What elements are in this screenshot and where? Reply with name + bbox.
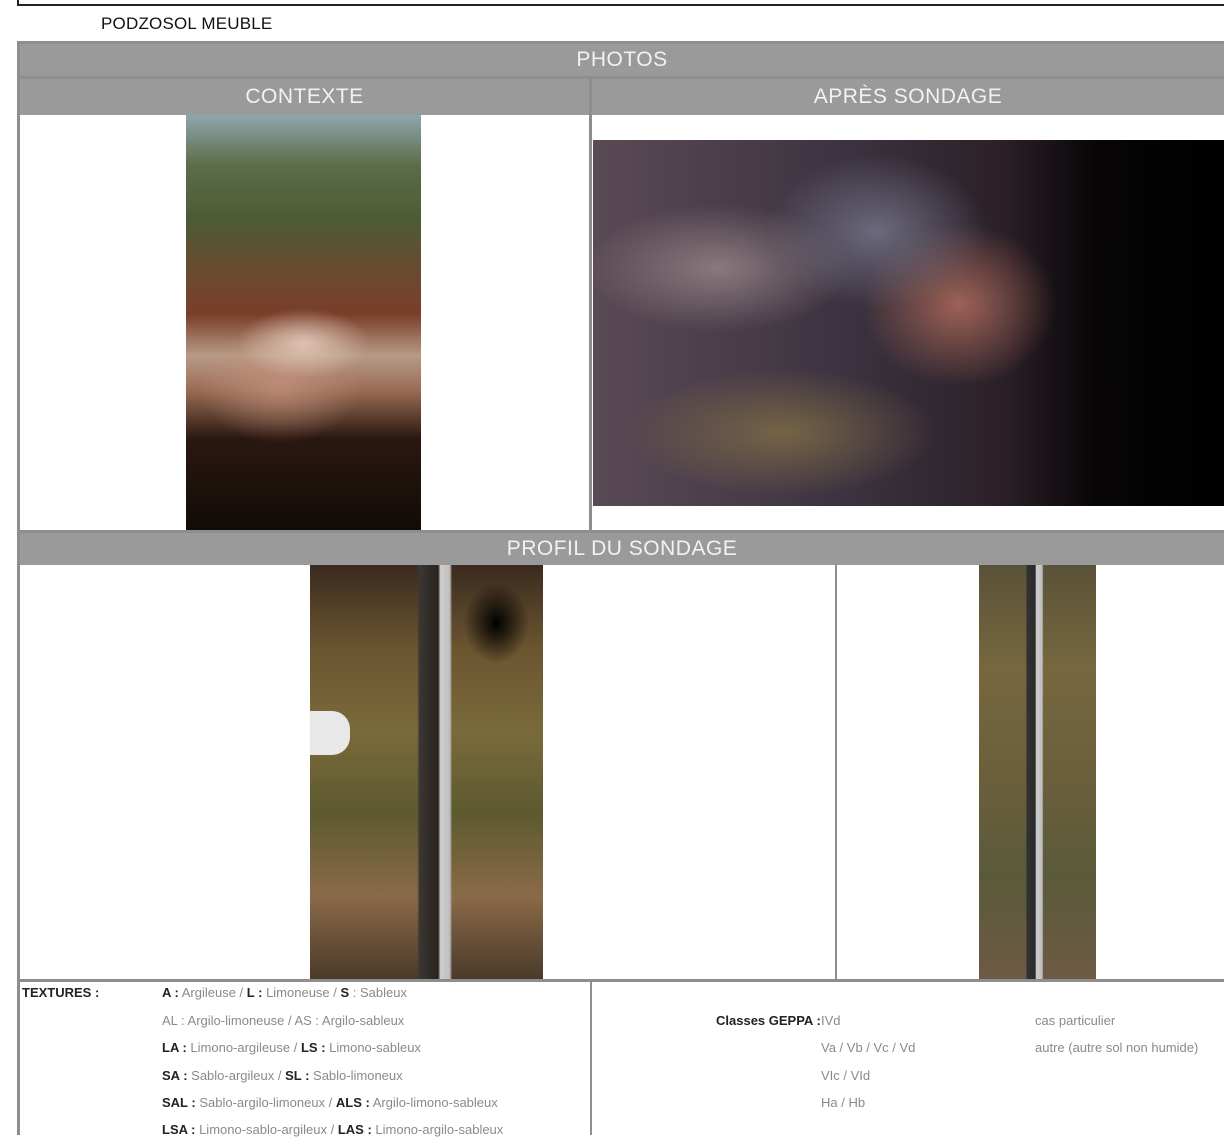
context-photo (186, 115, 421, 530)
texture-code: L : (246, 985, 263, 1000)
texture-text: Argilo-limono-sableux (369, 1095, 498, 1110)
divider (589, 79, 592, 530)
texture-code: A : (162, 985, 179, 1000)
texture-text: Limono-argileuse / (186, 1040, 301, 1055)
page-title: PODZOSOL MEUBLE (101, 14, 273, 33)
geppa-note: autre (autre sol non humide) (1035, 1040, 1199, 1055)
texture-row: LA : Limono-argileuse / LS : Limono-sabl… (162, 1040, 421, 1055)
texture-text: AL : Argilo-limoneuse / AS : Argilo-sabl… (162, 1013, 405, 1028)
column-header-contexte: CONTEXTE (20, 79, 589, 115)
texture-text: Limono-sableux (325, 1040, 421, 1055)
texture-code: LS : (300, 1040, 326, 1055)
texture-code: S (340, 985, 350, 1000)
geppa-label: Classes GEPPA : (716, 1013, 821, 1028)
texture-code: SA : (162, 1068, 188, 1083)
geppa-note: cas particulier (1035, 1013, 1116, 1028)
divider (835, 565, 837, 979)
texture-text: : Sableux (349, 985, 407, 1000)
texture-text: Argileuse / (178, 985, 247, 1000)
texture-code: ALS : (335, 1095, 370, 1110)
geppa-class: Va / Vb / Vc / Vd (821, 1040, 916, 1055)
texture-row: AL : Argilo-limoneuse / AS : Argilo-sabl… (162, 1013, 404, 1028)
texture-row: SA : Sablo-argileux / SL : Sablo-limoneu… (162, 1068, 403, 1083)
textures-label: TEXTURES : (22, 985, 100, 1000)
textures-legend: TEXTURES : A : Argileuse / L : Limoneuse… (20, 982, 590, 1137)
texture-text: Sablo-argilo-limoneux / (195, 1095, 336, 1110)
texture-row: SAL : Sablo-argilo-limoneux / ALS : Argi… (162, 1095, 498, 1110)
after-sounding-photo (593, 140, 1224, 506)
column-header-apres-sondage: APRÈS SONDAGE (592, 79, 1224, 115)
bucket-object (310, 711, 350, 755)
texture-row: A : Argileuse / L : Limoneuse / S : Sabl… (162, 985, 407, 1000)
profile-photo-1 (310, 565, 543, 979)
texture-code: SAL : (162, 1095, 196, 1110)
texture-code: SL : (285, 1068, 310, 1083)
geppa-class: VIc / VId (821, 1068, 871, 1083)
geppa-class: Ha / Hb (821, 1095, 866, 1110)
section-header-photos: PHOTOS (20, 44, 1224, 76)
section-header-profil: PROFIL DU SONDAGE (20, 533, 1224, 565)
geppa-legend: Classes GEPPA : IVd Va / Vb / Vc / Vd VI… (592, 982, 1224, 1135)
header-rule (17, 0, 1224, 6)
profile-photo-2 (979, 565, 1096, 979)
texture-text: Sablo-limoneux (309, 1068, 403, 1083)
texture-code: LA : (162, 1040, 187, 1055)
texture-text: Sablo-argileux / (187, 1068, 286, 1083)
texture-text: Limoneuse / (262, 985, 341, 1000)
geppa-class: IVd (821, 1013, 841, 1028)
